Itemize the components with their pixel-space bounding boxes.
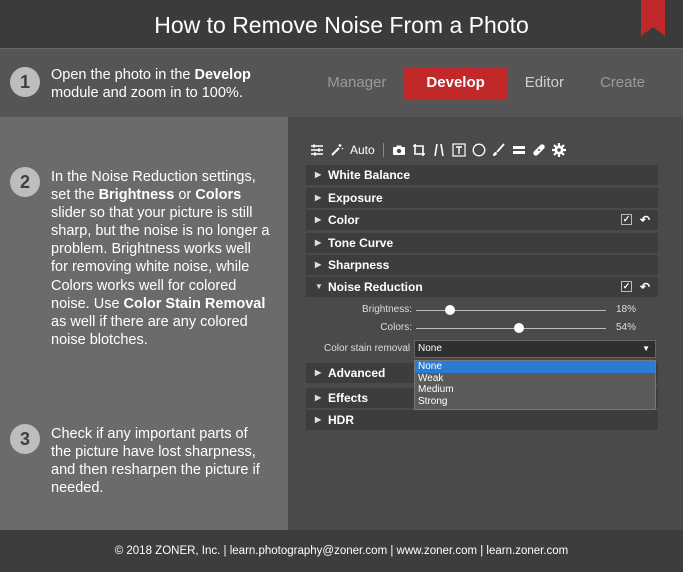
camera-icon[interactable] [392, 143, 406, 157]
section-sharpness[interactable]: ▶ Sharpness [306, 255, 658, 275]
step-2-bold-stain: Color Stain Removal [123, 295, 266, 312]
step-2-bold-brightness: Brightness [98, 187, 175, 204]
color-stain-label: Color stain removal [324, 343, 411, 354]
select-value: None [418, 343, 442, 354]
expand-arrow-icon: ▶ [315, 415, 322, 424]
reset-arrow-icon[interactable]: ↶ [640, 210, 650, 230]
step-3-text: Check if any important parts of the pict… [51, 426, 260, 496]
section-label: Tone Curve [328, 236, 394, 250]
section-label: Effects [328, 391, 369, 405]
auto-button[interactable]: Auto [350, 143, 375, 157]
section-label: White Balance [328, 168, 411, 182]
brightness-label: Brightness: [361, 304, 412, 315]
step-1: 1 Open the photo in the Develop module a… [0, 49, 683, 117]
toolbar: Auto [310, 141, 566, 159]
section-noise-reduction[interactable]: ▼ Noise Reduction ✓ ↶ [306, 277, 658, 297]
dropdown-option-strong[interactable]: Strong [415, 396, 655, 408]
step-1-text: Open the photo in the Develop module and… [51, 66, 281, 102]
section-label: Noise Reduction [328, 280, 423, 294]
color-stain-dropdown: None Weak Medium Strong [414, 360, 656, 410]
dropdown-option-none[interactable]: None [415, 361, 655, 373]
bandage-icon[interactable] [532, 143, 546, 157]
colors-slider-row: Colors: 54% [306, 320, 658, 336]
crop-icon[interactable] [412, 143, 426, 157]
gear-icon[interactable] [551, 143, 566, 157]
step-1-text-a: Open the photo in the [51, 67, 195, 83]
step-1-bold: Develop [194, 67, 251, 83]
perspective-icon[interactable] [432, 143, 446, 157]
tab-manager[interactable]: Manager [309, 67, 404, 99]
colors-slider-handle[interactable] [513, 323, 524, 333]
brightness-slider-handle[interactable] [445, 305, 456, 315]
colors-slider-track[interactable] [416, 328, 606, 329]
section-label: Color [328, 213, 360, 227]
bookmark-icon [641, 0, 665, 36]
step-number-1: 1 [10, 67, 40, 97]
colors-value: 54% [615, 322, 636, 333]
magic-wand-icon[interactable] [330, 143, 344, 157]
section-color[interactable]: ▶ Color ✓ ↶ [306, 210, 658, 230]
header: How to Remove Noise From a Photo [0, 0, 683, 48]
expand-arrow-icon: ▶ [315, 368, 322, 377]
module-tabs: Manager Develop Editor Create [309, 67, 663, 99]
brightness-slider-row: Brightness: 18% [306, 302, 658, 318]
text-tool-icon[interactable] [452, 143, 466, 157]
step-2-text-d: as well if there are any colored noise b… [51, 313, 248, 348]
step-number-2: 2 [10, 167, 40, 197]
expand-arrow-icon: ▶ [315, 170, 322, 179]
section-hdr[interactable]: ▶ HDR [306, 410, 658, 430]
expand-arrow-icon: ▶ [315, 260, 322, 269]
section-tone-curve[interactable]: ▶ Tone Curve [306, 233, 658, 253]
step-2-text-b: or [174, 187, 196, 204]
step-number-3: 3 [10, 424, 40, 454]
page-title: How to Remove Noise From a Photo [154, 12, 529, 38]
collapse-arrow-icon: ▼ [315, 282, 323, 291]
expand-arrow-icon: ▶ [315, 238, 322, 247]
tab-create[interactable]: Create [582, 67, 663, 99]
step-2-bold-colors: Colors [195, 187, 242, 204]
gradient-icon[interactable] [512, 143, 526, 157]
expand-arrow-icon: ▶ [315, 393, 322, 402]
section-label: Sharpness [328, 258, 390, 272]
toolbar-separator [382, 143, 384, 157]
tab-develop[interactable]: Develop [404, 67, 507, 99]
brightness-value: 18% [615, 304, 636, 315]
reset-arrow-icon[interactable]: ↶ [640, 277, 650, 297]
section-white-balance[interactable]: ▶ White Balance [306, 165, 658, 185]
footer: © 2018 ZONER, Inc. | learn.photography@z… [0, 530, 683, 572]
section-label: HDR [328, 413, 354, 427]
sliders-icon[interactable] [310, 143, 324, 157]
section-label: Advanced [328, 366, 386, 380]
expand-arrow-icon: ▶ [315, 193, 322, 202]
step-1-text-b: module and zoom in to 100%. [51, 85, 243, 101]
enable-checkbox[interactable]: ✓ [621, 281, 632, 292]
section-label: Exposure [328, 191, 383, 205]
expand-arrow-icon: ▶ [315, 215, 322, 224]
instructions-panel: 2 In the Noise Reduction settings, set t… [0, 117, 288, 530]
enable-checkbox[interactable]: ✓ [621, 214, 632, 225]
chevron-down-icon: ▼ [642, 344, 650, 353]
brush-icon[interactable] [492, 143, 506, 157]
section-exposure[interactable]: ▶ Exposure [306, 188, 658, 208]
step-2-text: In the Noise Reduction settings, set the… [51, 168, 271, 349]
dropdown-option-medium[interactable]: Medium [415, 384, 655, 396]
color-stain-select[interactable]: None ▼ [414, 340, 656, 358]
dropdown-option-weak[interactable]: Weak [415, 373, 655, 385]
ellipse-icon[interactable] [472, 143, 486, 157]
colors-label: Colors: [380, 322, 412, 333]
develop-panel: Auto ▶ White Balance ▶ Exposure ▶ Color ✓ ↶ ▶… [288, 117, 683, 530]
tab-editor[interactable]: Editor [507, 67, 582, 99]
